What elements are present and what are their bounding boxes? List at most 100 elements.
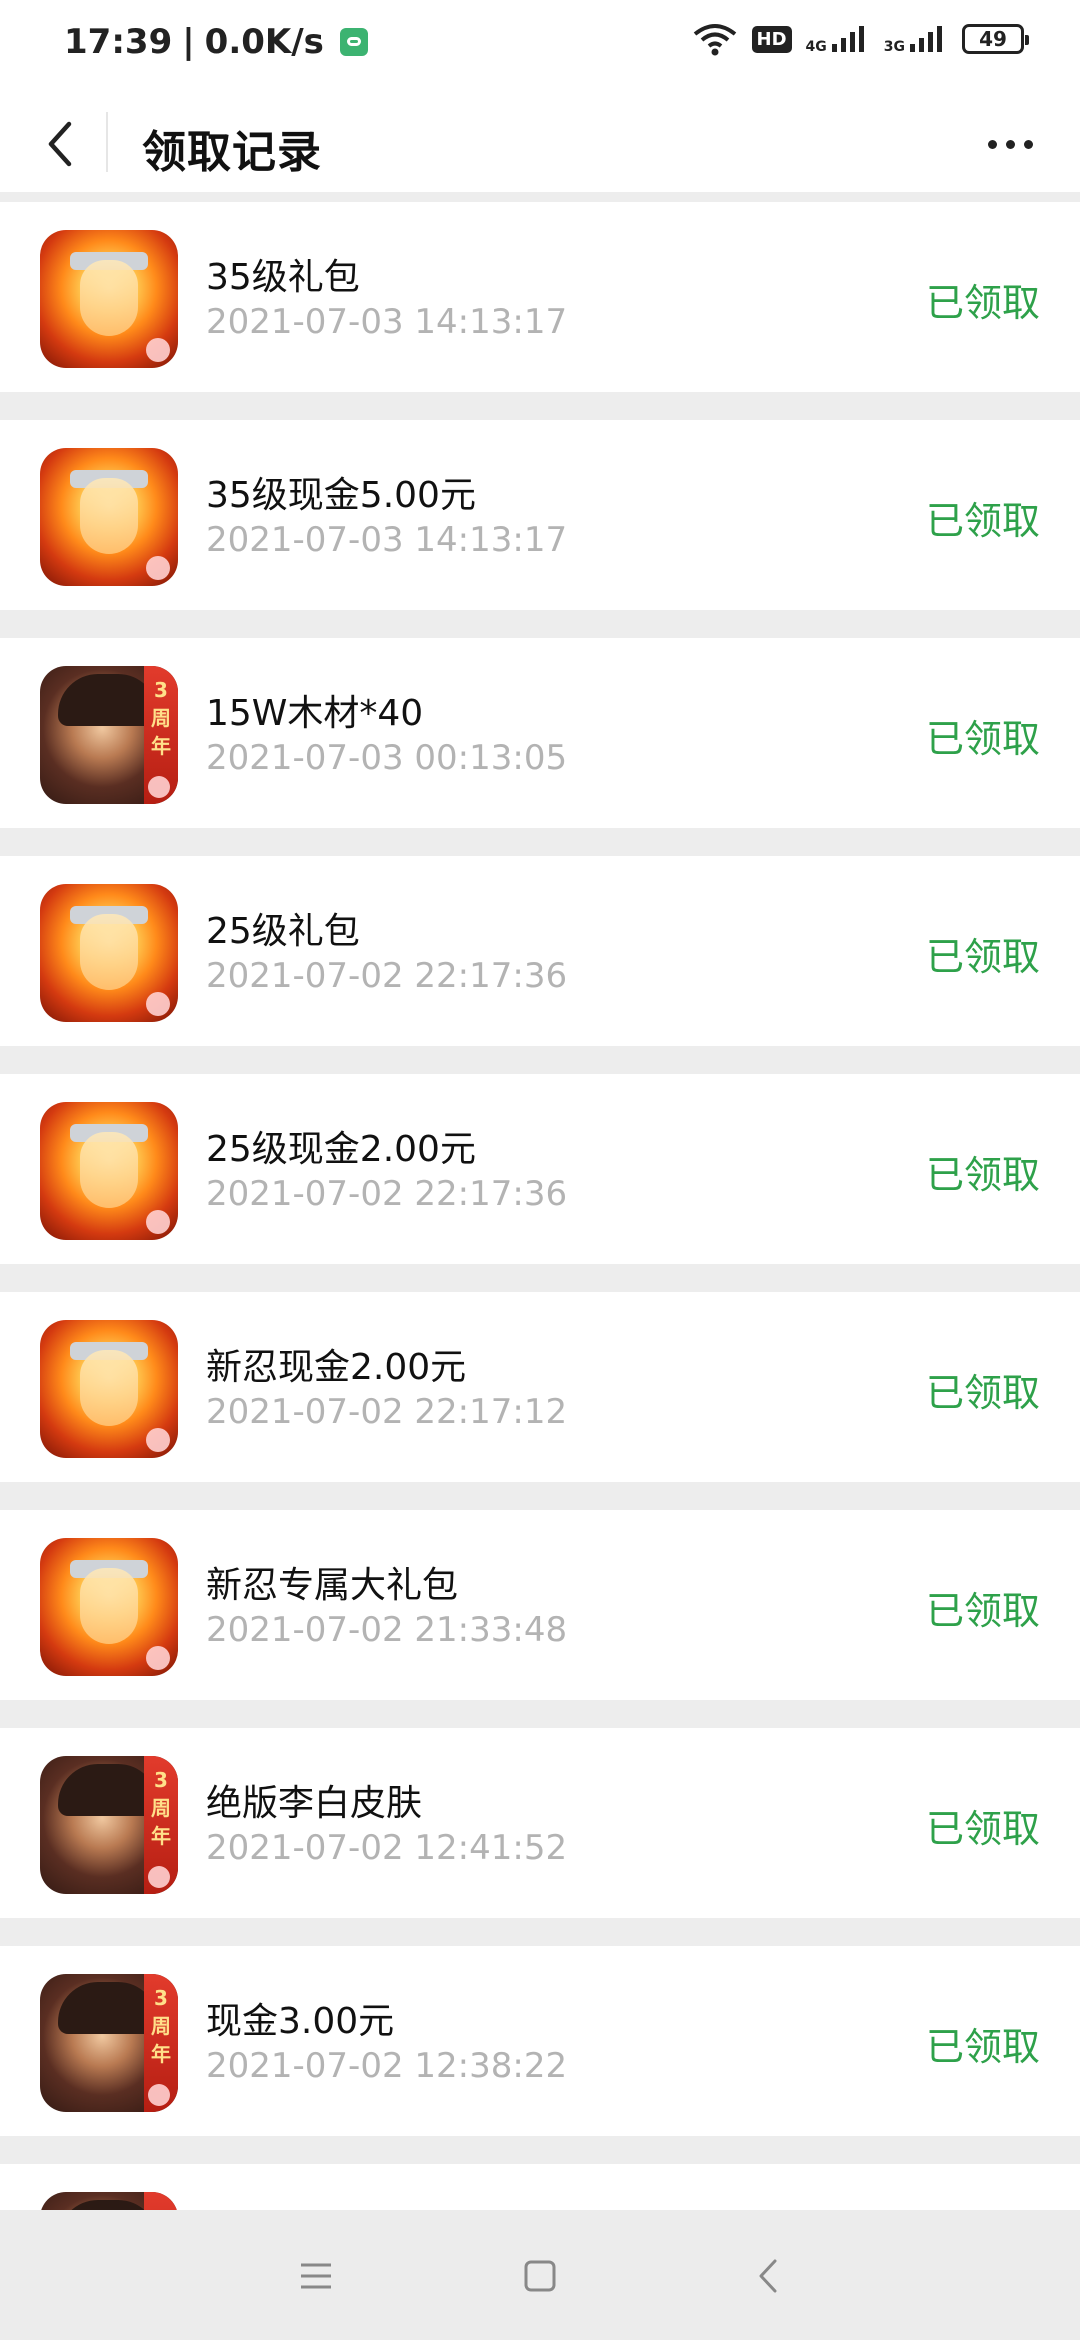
record-status: 已领取 (925, 1589, 1040, 1633)
record-status: 已领取 (925, 717, 1040, 761)
record-status: 已领取 (925, 499, 1040, 543)
record-title: 新忍现金2.00元 (206, 1347, 467, 1388)
naruto-game-icon (40, 884, 178, 1022)
record-item[interactable]: 35级礼包 2021-07-03 14:13:17 已领取 (0, 202, 1080, 392)
icon-corner-mark (146, 1210, 170, 1234)
system-back-button[interactable] (738, 2246, 798, 2306)
record-title: 35级礼包 (206, 257, 360, 298)
record-item[interactable]: 25级现金2.00元 2021-07-02 22:17:36 已领取 (0, 1074, 1080, 1264)
icon-corner-mark (148, 1866, 170, 1888)
status-separator: | (182, 22, 195, 62)
libai-game-icon: 3周年 (40, 1756, 178, 1894)
system-nav-bar (0, 2210, 1080, 2340)
record-status: 已领取 (925, 1371, 1040, 1415)
page-title: 领取记录 (142, 127, 322, 178)
icon-hair (58, 1764, 158, 1816)
icon-corner-mark (148, 776, 170, 798)
libai-game-icon: 3周年 (40, 1974, 178, 2112)
record-status: 已领取 (925, 2025, 1040, 2069)
wifi-icon (693, 24, 736, 56)
record-time: 2021-07-02 12:38:22 (206, 2046, 568, 2086)
chevron-left-icon (759, 2259, 777, 2293)
record-item[interactable]: 25级礼包 2021-07-02 22:17:36 已领取 (0, 856, 1080, 1046)
icon-corner-mark (146, 992, 170, 1016)
libai-game-icon: 3周年 (40, 666, 178, 804)
back-button[interactable] (30, 114, 90, 174)
notification-app-icon (339, 28, 368, 56)
status-bar: 17:39 | 0.0K/s HD 4G 3G 49 (0, 0, 1080, 96)
record-time: 2021-07-03 14:13:17 (206, 302, 568, 342)
recents-button[interactable] (286, 2246, 346, 2306)
naruto-game-icon (40, 230, 178, 368)
signal-bars-icon (831, 26, 864, 52)
menu-icon (301, 2263, 331, 2289)
record-item[interactable]: 3周年 15W木材*40 2021-07-03 00:13:05 已领取 (0, 638, 1080, 828)
record-status: 已领取 (925, 281, 1040, 325)
icon-corner-mark (146, 1646, 170, 1670)
signal-3g: 3G (884, 24, 948, 54)
signal-4g: 4G (806, 24, 870, 54)
icon-hair (58, 1982, 158, 2034)
status-right: HD 4G 3G 49 (692, 22, 1029, 56)
naruto-game-icon (40, 1538, 178, 1676)
anniversary-badge-text: 3周年 (151, 1768, 171, 1848)
icon-anniversary-badge (144, 2192, 178, 2210)
libai-game-icon (40, 2192, 178, 2210)
record-item[interactable]: 3周年 现金3.00元 2021-07-02 12:38:22 已领取 (0, 1946, 1080, 2136)
record-title: 35级现金5.00元 (206, 475, 476, 516)
record-item[interactable]: 35级现金5.00元 2021-07-03 14:13:17 已领取 (0, 420, 1080, 610)
more-dot-icon (1005, 139, 1015, 149)
record-title: 绝版李白皮肤 (206, 1783, 423, 1824)
record-time: 2021-07-02 12:41:52 (206, 1828, 568, 1868)
icon-face (80, 478, 138, 554)
top-bar: 领取记录 (0, 96, 1080, 192)
battery-indicator: 49 (962, 24, 1029, 54)
signal-bars-icon (910, 26, 942, 52)
icon-corner-mark (146, 556, 170, 580)
naruto-game-icon (40, 1320, 178, 1458)
icon-hair (58, 674, 158, 726)
icon-face (80, 1132, 138, 1208)
more-button[interactable] (970, 114, 1050, 174)
more-dot-icon (987, 139, 997, 149)
icon-corner-mark (148, 2084, 170, 2106)
record-time: 2021-07-02 22:17:36 (206, 956, 568, 996)
icon-face (80, 260, 138, 336)
naruto-game-icon (40, 448, 178, 586)
record-item[interactable]: 3周年 绝版李白皮肤 2021-07-02 12:41:52 已领取 (0, 1728, 1080, 1918)
record-status: 已领取 (925, 1807, 1040, 1851)
icon-hair (58, 2200, 158, 2210)
record-status: 已领取 (925, 1153, 1040, 1197)
more-dot-icon (1023, 139, 1033, 149)
square-icon (524, 2260, 556, 2292)
naruto-game-icon (40, 1102, 178, 1240)
record-time: 2021-07-03 00:13:05 (206, 738, 568, 778)
header-divider (106, 112, 108, 172)
record-status: 已领取 (925, 935, 1040, 979)
anniversary-badge-text: 3周年 (151, 1986, 171, 2066)
icon-corner-mark (146, 1428, 170, 1452)
icon-face (80, 914, 138, 990)
record-title: 15W木材*40 (206, 693, 424, 734)
home-button[interactable] (510, 2246, 570, 2306)
record-item[interactable]: 新忍专属大礼包 2021-07-02 21:33:48 已领取 (0, 1510, 1080, 1700)
record-time: 2021-07-02 22:17:12 (206, 1392, 568, 1432)
record-title: 新忍专属大礼包 (206, 1565, 459, 1606)
status-speed: 0.0K/s (204, 22, 324, 62)
anniversary-badge-text: 3周年 (151, 678, 171, 758)
record-time: 2021-07-02 22:17:36 (206, 1174, 568, 1214)
chevron-left-icon (48, 121, 72, 167)
icon-face (80, 1350, 138, 1426)
record-item-partial[interactable] (0, 2164, 1080, 2210)
record-title: 25级现金2.00元 (206, 1129, 476, 1170)
record-time: 2021-07-03 14:13:17 (206, 520, 568, 560)
hd-badge: HD (751, 25, 792, 53)
record-time: 2021-07-02 21:33:48 (206, 1610, 568, 1650)
icon-face (80, 1568, 138, 1644)
record-title: 25级礼包 (206, 911, 360, 952)
status-time: 17:39 (64, 22, 173, 62)
record-title: 现金3.00元 (206, 2001, 395, 2042)
icon-corner-mark (146, 338, 170, 362)
status-left: 17:39 | 0.0K/s (64, 22, 368, 62)
record-item[interactable]: 新忍现金2.00元 2021-07-02 22:17:12 已领取 (0, 1292, 1080, 1482)
